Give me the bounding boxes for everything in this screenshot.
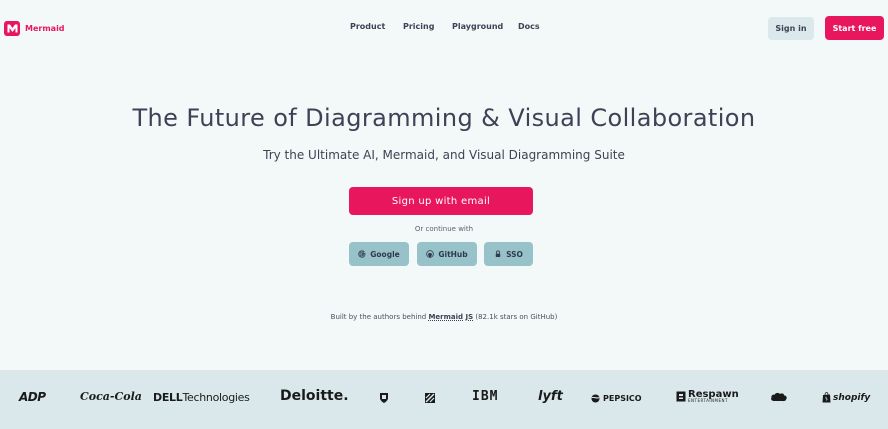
customer-logos-band: ADP Coca-Cola DELL Technologies Deloitte.… bbox=[0, 370, 888, 429]
salesforce-cloud-logo-icon bbox=[770, 391, 788, 403]
github-icon bbox=[426, 250, 435, 258]
deloitte-logo: Deloitte. bbox=[280, 388, 349, 404]
shopify-bag-icon bbox=[822, 392, 831, 403]
built-by-text: Built by the authors behind Mermaid JS (… bbox=[0, 313, 888, 321]
google-icon bbox=[358, 250, 366, 258]
google-label: Google bbox=[370, 249, 400, 259]
built-by-prefix: Built by the authors behind bbox=[330, 313, 427, 321]
dell-logo-rest: Technologies bbox=[182, 391, 250, 404]
cocacola-logo: Coca-Cola bbox=[80, 390, 142, 403]
respawn-logo: Respawn ENTERTAINMENT bbox=[676, 390, 739, 403]
brand[interactable]: Mermaid bbox=[4, 21, 65, 36]
sign-in-button[interactable]: Sign in bbox=[768, 17, 814, 40]
respawn-text: Respawn ENTERTAINMENT bbox=[688, 390, 739, 403]
brand-name: Mermaid bbox=[25, 24, 65, 33]
nav-product[interactable]: Product bbox=[350, 22, 385, 31]
diamond-logo-icon bbox=[424, 392, 436, 404]
respawn-mark-icon bbox=[676, 391, 686, 402]
adp-logo: ADP bbox=[19, 390, 46, 404]
respawn-subtitle: ENTERTAINMENT bbox=[688, 398, 728, 403]
mermaid-logo-icon bbox=[4, 21, 20, 36]
shopify-logo: shopify bbox=[822, 392, 870, 403]
github-login-button[interactable]: GitHub bbox=[417, 242, 477, 266]
hero-title: The Future of Diagramming & Visual Colla… bbox=[132, 104, 756, 132]
start-free-button[interactable]: Start free bbox=[825, 16, 884, 40]
google-login-button[interactable]: Google bbox=[349, 242, 409, 266]
pepsi-globe-icon bbox=[591, 394, 600, 403]
nav-pricing[interactable]: Pricing bbox=[403, 22, 434, 31]
sign-up-email-button[interactable]: Sign up with email bbox=[349, 187, 533, 215]
sso-label: SSO bbox=[506, 249, 523, 259]
mermaid-js-link[interactable]: Mermaid JS bbox=[428, 313, 473, 321]
hero-subtitle: Try the Ultimate AI, Mermaid, and Visual… bbox=[263, 148, 625, 162]
nav-docs[interactable]: Docs bbox=[518, 22, 540, 31]
nav-playground[interactable]: Playground bbox=[452, 22, 503, 31]
github-label: GitHub bbox=[438, 249, 468, 259]
built-by-suffix: (82.1k stars on GitHub) bbox=[475, 313, 558, 321]
top-header: Mermaid Product Pricing Playground Docs … bbox=[0, 0, 888, 56]
lock-icon bbox=[495, 250, 501, 258]
lyft-logo: lyft bbox=[538, 389, 563, 404]
pepsico-text: PEPSICO bbox=[603, 394, 642, 403]
pepsico-logo: PEPSICO bbox=[591, 394, 642, 403]
ibm-logo: IBM bbox=[472, 389, 499, 404]
shopify-text: shopify bbox=[833, 392, 871, 403]
sso-login-button[interactable]: SSO bbox=[484, 242, 533, 266]
dell-technologies-logo: DELL Technologies bbox=[153, 391, 250, 404]
or-continue-text: Or continue with bbox=[414, 225, 474, 233]
crest-logo-icon bbox=[379, 392, 389, 404]
dell-logo-bold: DELL bbox=[153, 391, 183, 404]
